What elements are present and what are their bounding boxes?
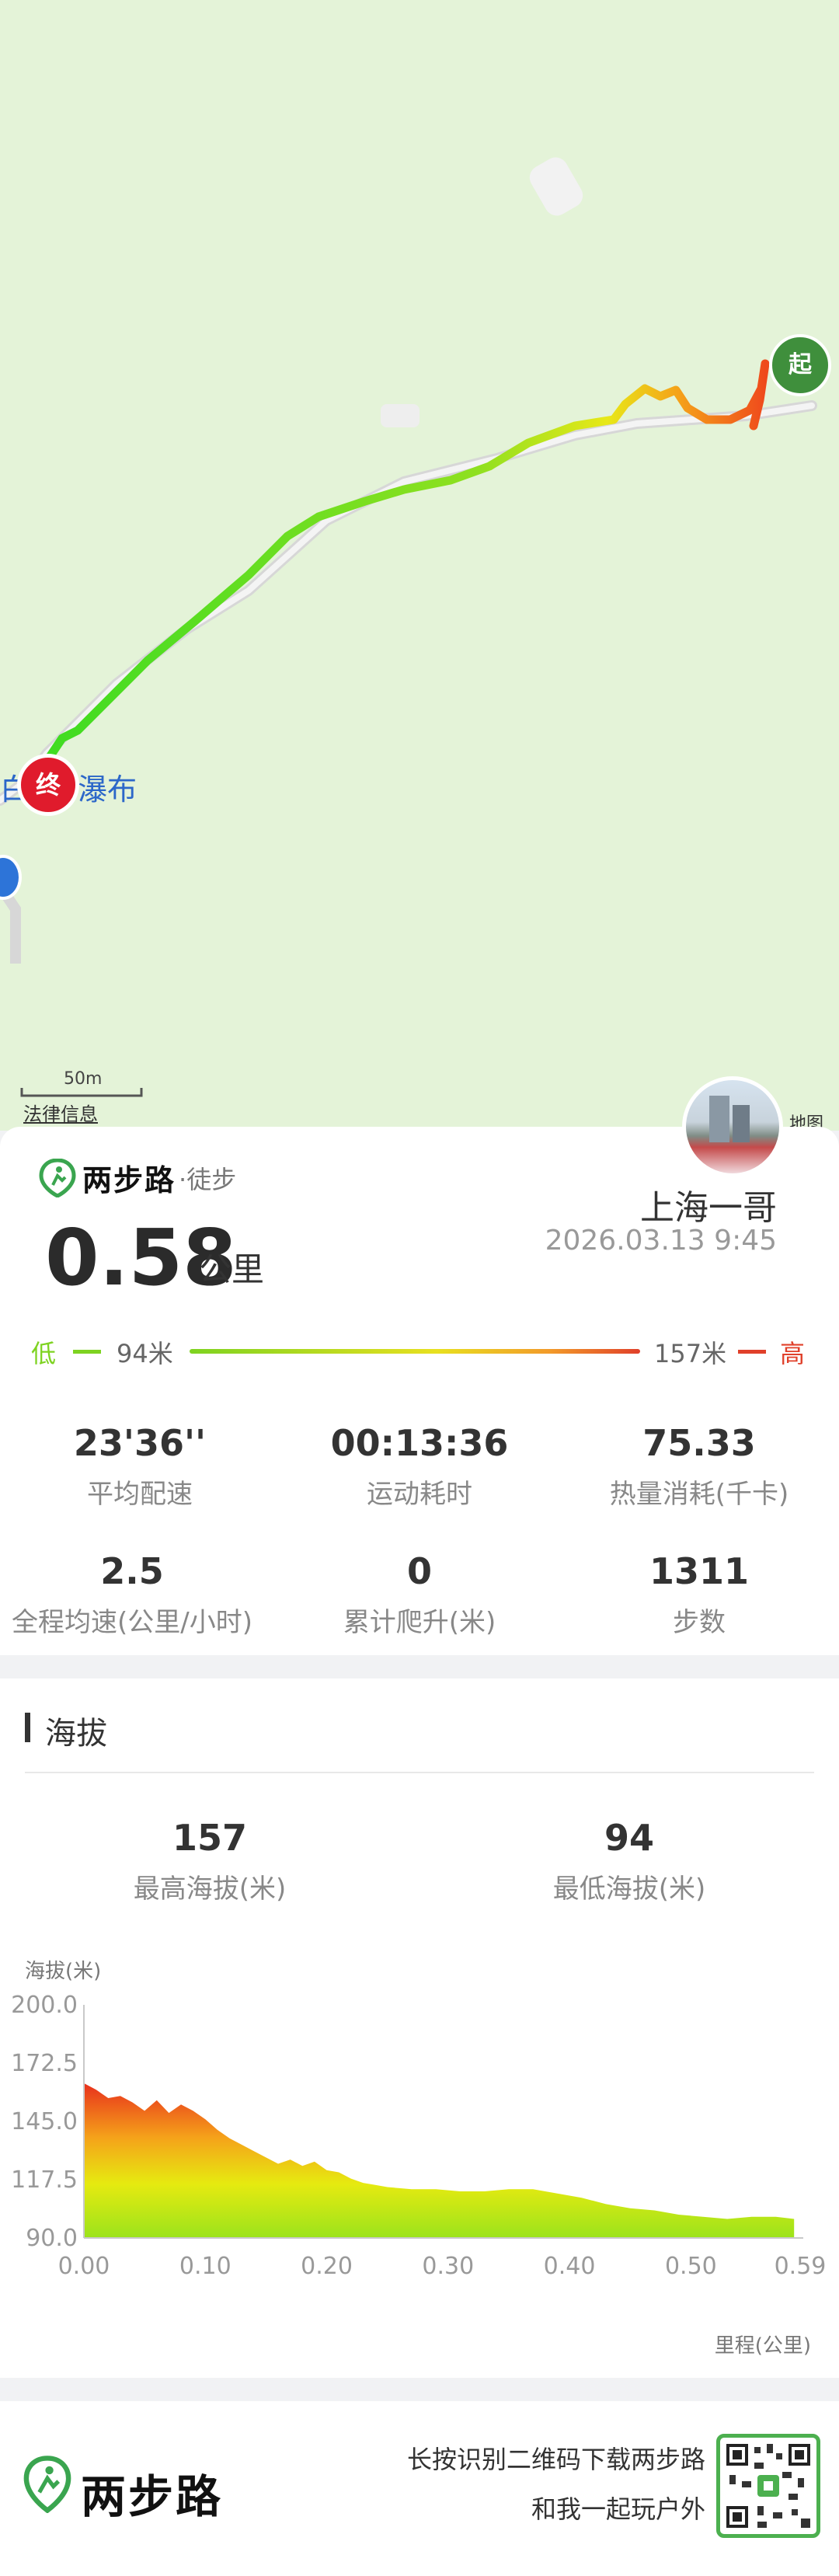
avatar-building bbox=[709, 1096, 729, 1142]
map-road bbox=[0, 400, 817, 806]
scale-bar bbox=[20, 1088, 143, 1097]
scale-label: 50m bbox=[64, 1069, 103, 1089]
elevation-card: 海拔 157 最高海拔(米) 94 最低海拔(米) 海拔(米) 里程(公里) 2… bbox=[0, 1678, 839, 2378]
section-divider bbox=[25, 1772, 814, 1773]
legend-high-value: 157米 bbox=[654, 1339, 727, 1368]
summary-card: 两步路 ·徒步 0.58 公里 上海一哥 2026.03.13 9:45 低 9… bbox=[0, 1127, 839, 1655]
activity-datetime: 2026.03.13 9:45 bbox=[545, 1225, 777, 1257]
legend-high-label: 高 bbox=[780, 1339, 806, 1368]
elevation-chart: 200.0 172.5 145.0 117.5 90.00.00 0.10 0.20 0.30… bbox=[11, 1992, 827, 2280]
footer-brand: 两步路 bbox=[81, 2470, 224, 2523]
stat-steps-value: 1311 bbox=[649, 1550, 750, 1592]
avatar-building bbox=[733, 1105, 750, 1142]
brand-logo-icon bbox=[39, 1158, 76, 1197]
map-building bbox=[529, 157, 583, 216]
x-tick-label: 0.20 bbox=[301, 2253, 353, 2280]
stat-duration-value: 00:13:36 bbox=[330, 1422, 509, 1464]
stat-avg-speed-label: 全程均速(公里/小时) bbox=[12, 1607, 252, 1638]
stat-calories-label: 热量消耗(千卡) bbox=[609, 1479, 789, 1510]
stat-pace-label: 平均配速 bbox=[87, 1479, 193, 1510]
brand-name: 两步路 bbox=[82, 1163, 176, 1197]
y-tick-label: 200.0 bbox=[11, 1992, 78, 2019]
stat-duration-label: 运动耗时 bbox=[367, 1479, 472, 1510]
brand-row: 两步路 ·徒步 bbox=[39, 1156, 236, 1199]
stat-pace-value: 23'36'' bbox=[73, 1422, 207, 1464]
legend-gradient-bar bbox=[190, 1349, 640, 1354]
x-tick-label: 0.40 bbox=[544, 2253, 596, 2280]
x-tick-label: 0.10 bbox=[179, 2253, 232, 2280]
poi-label-waterfall: 瀑布 bbox=[78, 772, 138, 807]
map-canvas bbox=[0, 157, 817, 1097]
qr-code[interactable] bbox=[716, 2434, 820, 2538]
stat-steps-label: 步数 bbox=[673, 1607, 726, 1638]
min-elevation-value: 94 bbox=[604, 1817, 654, 1859]
legend-high-dash bbox=[738, 1350, 766, 1354]
x-tick-label: 0.00 bbox=[58, 2253, 110, 2280]
footer-line2: 和我一起玩户外 bbox=[531, 2494, 705, 2524]
legend-low-dash bbox=[73, 1350, 101, 1354]
stat-avg-speed-value: 2.5 bbox=[100, 1550, 164, 1592]
avatar[interactable] bbox=[682, 1076, 783, 1177]
route-map[interactable]: 白 瀑布 终 起 50m 法律信息 地图 bbox=[0, 0, 839, 1134]
stat-calories-value: 75.33 bbox=[642, 1422, 756, 1464]
footer-logo-icon bbox=[23, 2456, 71, 2513]
user-name: 上海一哥 bbox=[640, 1188, 777, 1228]
elevation-area bbox=[84, 2083, 795, 2238]
y-tick-label: 145.0 bbox=[11, 2108, 78, 2135]
x-tick-label: 0.30 bbox=[422, 2253, 474, 2280]
section-title-bar bbox=[25, 1713, 30, 1742]
stat-climb-label: 累计爬升(米) bbox=[343, 1607, 496, 1638]
start-marker[interactable]: 起 bbox=[769, 334, 831, 396]
min-elevation-label: 最低海拔(米) bbox=[552, 1874, 706, 1905]
y-axis-title: 海拔(米) bbox=[25, 1960, 102, 1983]
max-elevation-label: 最高海拔(米) bbox=[133, 1874, 287, 1905]
y-tick-label: 90.0 bbox=[26, 2225, 78, 2252]
y-tick-label: 117.5 bbox=[11, 2166, 78, 2194]
distance-unit: 公里 bbox=[199, 1250, 265, 1288]
footer: 两步路 长按识别二维码下载两步路 和我一起玩户外 bbox=[0, 2401, 839, 2576]
legend-low-label: 低 bbox=[31, 1339, 57, 1368]
elevation-section-title: 海拔 bbox=[45, 1716, 107, 1752]
x-axis-title: 里程(公里) bbox=[714, 2334, 811, 2358]
footer-line1: 长按识别二维码下载两步路 bbox=[406, 2445, 705, 2474]
end-marker[interactable]: 终 bbox=[17, 754, 79, 816]
map-building bbox=[381, 404, 420, 427]
qr-pattern bbox=[726, 2444, 810, 2528]
stat-climb-value: 0 bbox=[406, 1550, 432, 1592]
legend-low-value: 94米 bbox=[117, 1339, 173, 1368]
map-road-inner bbox=[0, 403, 815, 803]
max-elevation-value: 157 bbox=[172, 1817, 248, 1859]
activity-type: ·徒步 bbox=[179, 1164, 237, 1194]
x-tick-label: 0.50 bbox=[665, 2253, 717, 2280]
x-tick-label: 0.59 bbox=[775, 2253, 827, 2280]
legal-info-link[interactable]: 法律信息 bbox=[23, 1099, 98, 1126]
y-tick-label: 172.5 bbox=[11, 2050, 78, 2077]
